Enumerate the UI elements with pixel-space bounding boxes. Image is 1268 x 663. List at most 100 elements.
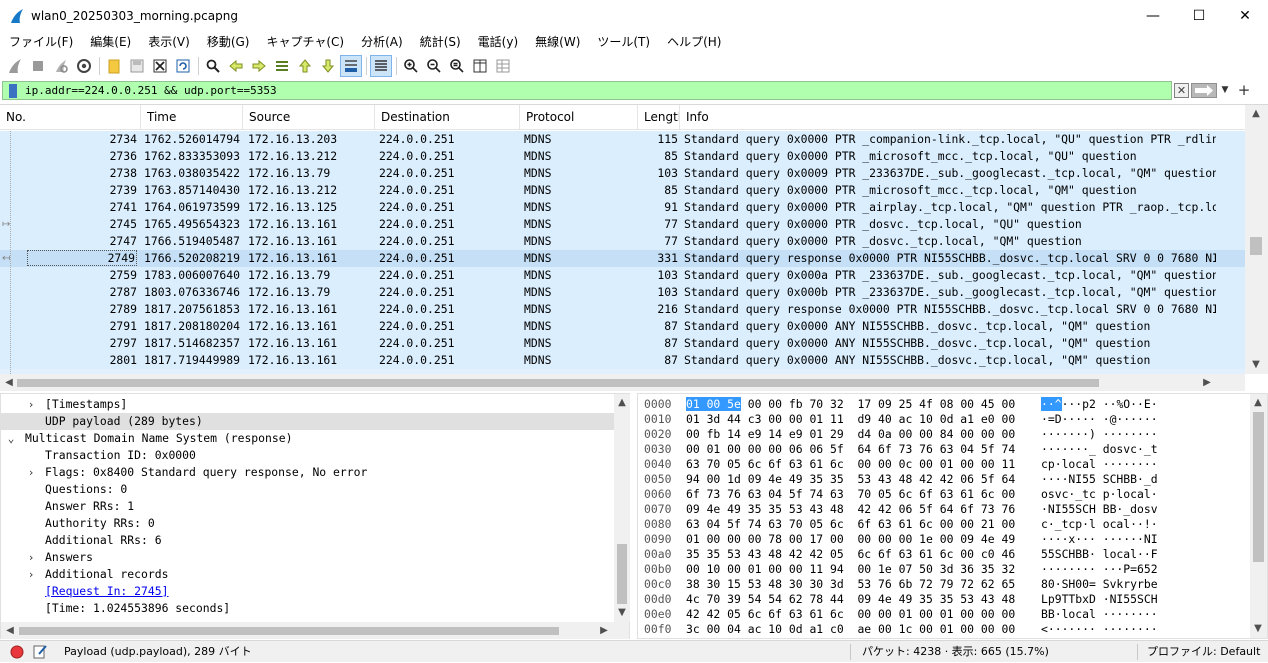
ascii-bytes[interactable]: c·_tcp·l ocal··!· [1041, 517, 1158, 532]
save-file-button[interactable] [126, 55, 148, 77]
scroll-up-icon[interactable]: ▲ [1251, 396, 1265, 410]
column-header-length[interactable]: Lengtl [638, 105, 680, 130]
menu-edit[interactable]: 編集(E) [81, 32, 139, 52]
bytes-vertical-scrollbar[interactable]: ▲ ▼ [1250, 394, 1267, 638]
hexdump-row[interactable]: 00b0 00 10 00 01 00 00 11 94 00 1e 07 50 … [638, 562, 1250, 577]
detail-tree-item[interactable]: › Answers [1, 549, 614, 566]
resize-columns-button[interactable] [469, 55, 491, 77]
ascii-bytes[interactable]: 80·SH00= Svkryrbe [1041, 577, 1158, 592]
stop-capture-button[interactable] [27, 55, 49, 77]
ascii-bytes[interactable]: ·NI55SCH BB·_dosv [1041, 502, 1158, 517]
scroll-right-icon[interactable]: ▶ [1200, 376, 1214, 390]
hex-bytes[interactable]: 01 3d 44 c3 00 00 01 11 d9 40 ac 10 0d a… [686, 412, 1015, 427]
scrollbar-thumb[interactable] [19, 627, 559, 635]
clear-filter-button[interactable]: ✕ [1174, 83, 1189, 98]
hex-bytes[interactable]: 35 35 53 43 48 42 42 05 6c 6f 63 61 6c 0… [686, 547, 1015, 562]
chevron-right-icon[interactable]: › [25, 549, 37, 566]
minimize-button[interactable]: — [1130, 0, 1176, 32]
expert-info-icon[interactable] [10, 645, 24, 659]
display-filter-input[interactable]: ip.addr==224.0.0.251 && udp.port==5353 [2, 81, 1172, 100]
open-file-button[interactable] [103, 55, 125, 77]
status-profile[interactable]: プロファイル: Default [1147, 641, 1260, 663]
scrollbar-thumb[interactable] [1253, 412, 1264, 562]
menu-telephony[interactable]: 電話(y) [469, 32, 526, 52]
start-capture-button[interactable] [4, 55, 26, 77]
scroll-right-icon[interactable]: ▶ [597, 624, 611, 638]
hexdump-row[interactable]: 0020 00 fb 14 e9 14 e9 01 29 d4 0a 00 00 … [638, 427, 1250, 442]
detail-tree-item[interactable]: ⌄ Multicast Domain Name System (response) [1, 430, 614, 447]
column-header-protocol[interactable]: Protocol [520, 105, 638, 130]
detail-tree-item[interactable]: Authority RRs: 0 [1, 515, 614, 532]
hexdump-row[interactable]: 0070 09 4e 49 35 35 53 43 48 42 42 06 5f … [638, 502, 1250, 517]
bookmark-icon[interactable] [9, 84, 17, 98]
scroll-down-icon[interactable]: ▼ [615, 606, 629, 620]
request-in-link[interactable]: [Request In: 2745] [45, 583, 168, 600]
detail-tree-item[interactable]: › Additional records [1, 566, 614, 583]
filter-history-dropdown[interactable]: ▼ [1218, 83, 1232, 98]
detail-tree-item[interactable]: Transaction ID: 0x0000 [1, 447, 614, 464]
scroll-down-icon[interactable]: ▼ [1251, 622, 1265, 636]
packet-row[interactable]: 2734 1762.526014794 172.16.13.203 224.0.0.2… [0, 131, 1245, 148]
ascii-bytes[interactable]: BB·local ········ [1041, 607, 1158, 622]
layout-button[interactable] [492, 55, 514, 77]
ascii-bytes[interactable]: 55SCHBB· local··F [1041, 547, 1158, 562]
ascii-bytes[interactable]: ····x··· ······NI [1041, 532, 1158, 547]
detail-tree-item[interactable]: UDP payload (289 bytes) [1, 413, 614, 430]
chevron-down-icon[interactable]: ⌄ [5, 430, 17, 447]
hex-bytes[interactable]: 00 fb 14 e9 14 e9 01 29 d4 0a 00 00 84 0… [686, 427, 1015, 442]
restart-capture-button[interactable] [50, 55, 72, 77]
details-horizontal-scrollbar[interactable]: ◀ ▶ [1, 622, 629, 639]
ascii-bytes[interactable]: ·······) ········ [1041, 427, 1158, 442]
close-file-button[interactable] [149, 55, 171, 77]
detail-tree-item[interactable]: › [Timestamps] [1, 396, 614, 413]
column-header-time[interactable]: Time [141, 105, 243, 130]
ascii-bytes[interactable]: cp·local ········ [1041, 457, 1158, 472]
packet-row[interactable]: 2749 1766.520208219 172.16.13.161 224.0.0.2… [0, 250, 1245, 267]
hexdump-row[interactable]: 00e0 42 42 05 6c 6f 63 61 6c 00 00 01 00 … [638, 607, 1250, 622]
scroll-up-icon[interactable]: ▲ [1249, 107, 1263, 121]
ascii-bytes[interactable]: ·=D····· ·@······ [1041, 412, 1158, 427]
scrollbar-thumb[interactable] [17, 379, 1099, 387]
hexdump-row[interactable]: 0030 00 01 00 00 00 06 06 5f 64 6f 73 76 … [638, 442, 1250, 457]
go-forward-button[interactable] [248, 55, 270, 77]
column-header-source[interactable]: Source [243, 105, 375, 130]
go-first-packet-button[interactable] [294, 55, 316, 77]
capture-options-button[interactable] [73, 55, 95, 77]
menu-wireless[interactable]: 無線(W) [526, 32, 588, 52]
hexdump-row[interactable]: 0010 01 3d 44 c3 00 00 01 11 d9 40 ac 10 … [638, 412, 1250, 427]
hex-bytes[interactable]: 6f 73 76 63 04 5f 74 63 70 05 6c 6f 63 6… [686, 487, 1015, 502]
column-header-info[interactable]: Info [680, 105, 1245, 130]
hex-bytes[interactable]: 42 42 05 6c 6f 63 61 6c 00 00 01 00 01 0… [686, 607, 1015, 622]
hex-bytes[interactable]: 00 10 00 01 00 00 11 94 00 1e 07 50 3d 3… [686, 562, 1015, 577]
menu-capture[interactable]: キャプチャ(C) [257, 32, 352, 52]
scroll-up-icon[interactable]: ▲ [615, 396, 629, 410]
go-last-packet-button[interactable] [317, 55, 339, 77]
packet-list-horizontal-scrollbar[interactable]: ◀ ▶ [0, 374, 1245, 391]
scrollbar-thumb[interactable] [1250, 237, 1262, 255]
detail-tree-item[interactable]: [Time: 1.024553896 seconds] [1, 600, 614, 617]
chevron-right-icon[interactable]: › [25, 396, 37, 413]
find-packet-button[interactable] [202, 55, 224, 77]
scroll-down-icon[interactable]: ▼ [1249, 358, 1263, 372]
hexdump-row[interactable]: 0080 63 04 5f 74 63 70 05 6c 6f 63 61 6c … [638, 517, 1250, 532]
hexdump-row[interactable]: 00c0 38 30 15 53 48 30 30 3d 53 76 6b 72 … [638, 577, 1250, 592]
menu-analyze[interactable]: 分析(A) [352, 32, 411, 52]
packet-row[interactable]: 2738 1763.038035422 172.16.13.79 224.0.0.25… [0, 165, 1245, 182]
hexdump-row[interactable]: 0040 63 70 05 6c 6f 63 61 6c 00 00 0c 00 … [638, 457, 1250, 472]
column-header-destination[interactable]: Destination [375, 105, 520, 130]
hexdump-row[interactable]: 0090 01 00 00 00 78 00 17 00 00 00 00 1e … [638, 532, 1250, 547]
scrollbar-thumb[interactable] [617, 544, 627, 604]
packet-row[interactable]: 2736 1762.833353093 172.16.13.212 224.0.0.2… [0, 148, 1245, 165]
selected-ascii-bytes[interactable]: ··^ [1041, 397, 1062, 411]
chevron-right-icon[interactable]: › [25, 464, 37, 481]
detail-tree-item[interactable]: [Request In: 2745] [1, 583, 614, 600]
chevron-right-icon[interactable]: › [25, 566, 37, 583]
hex-bytes[interactable]: 38 30 15 53 48 30 30 3d 53 76 6b 72 79 7… [686, 577, 1015, 592]
detail-tree-item[interactable]: Answer RRs: 1 [1, 498, 614, 515]
detail-tree-item[interactable]: › Flags: 0x8400 Standard query response, … [1, 464, 614, 481]
packet-row[interactable]: 2791 1817.208180204 172.16.13.161 224.0.0.2… [0, 318, 1245, 335]
zoom-reset-button[interactable] [446, 55, 468, 77]
ascii-bytes[interactable]: ····NI55 SCHBB·_d [1041, 472, 1158, 487]
hex-bytes[interactable]: 63 70 05 6c 6f 63 61 6c 00 00 0c 00 01 0… [686, 457, 1015, 472]
autoscroll-button[interactable] [340, 55, 362, 77]
